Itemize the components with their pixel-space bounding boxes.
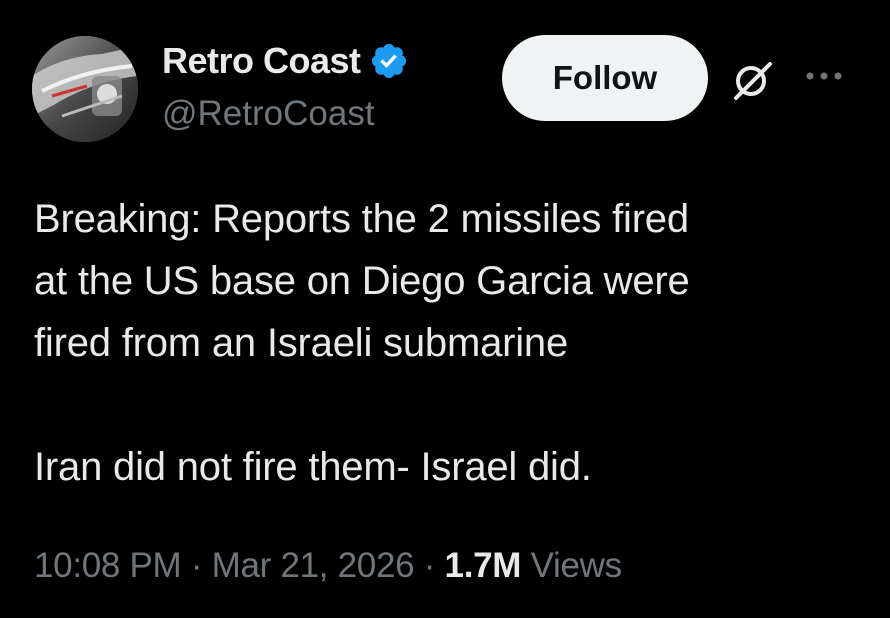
tweet-line: at the US base on Diego Garcia were <box>34 259 690 303</box>
avatar[interactable] <box>32 36 138 142</box>
author-handle[interactable]: @RetroCoast <box>162 94 375 134</box>
display-name[interactable]: Retro Coast <box>162 40 361 82</box>
tweet-time[interactable]: 10:08 PM <box>34 546 182 585</box>
views-count: 1.7M <box>444 546 522 585</box>
tweet-date[interactable]: Mar 21, 2026 <box>212 546 415 585</box>
tweet-meta: 10:08 PM · Mar 21, 2026 · 1.7M Views <box>34 546 622 586</box>
tweet-line: fired from an Israeli submarine <box>34 321 569 365</box>
author-name-row[interactable]: Retro Coast <box>162 40 409 82</box>
verified-badge-icon <box>369 41 409 81</box>
meta-separator: · <box>190 546 203 585</box>
tweet-line: Breaking: Reports the 2 missiles fired <box>34 197 689 241</box>
tweet-text: Breaking: Reports the 2 missiles fired a… <box>34 188 854 498</box>
views-label: Views <box>530 546 623 585</box>
tweet-line: Iran did not fire them- Israel did. <box>34 445 592 489</box>
meta-separator: · <box>423 546 436 585</box>
more-options-icon[interactable] <box>800 60 848 92</box>
grok-icon[interactable] <box>728 56 776 104</box>
follow-button[interactable]: Follow <box>502 35 708 121</box>
classic-car-avatar-icon <box>32 36 138 142</box>
